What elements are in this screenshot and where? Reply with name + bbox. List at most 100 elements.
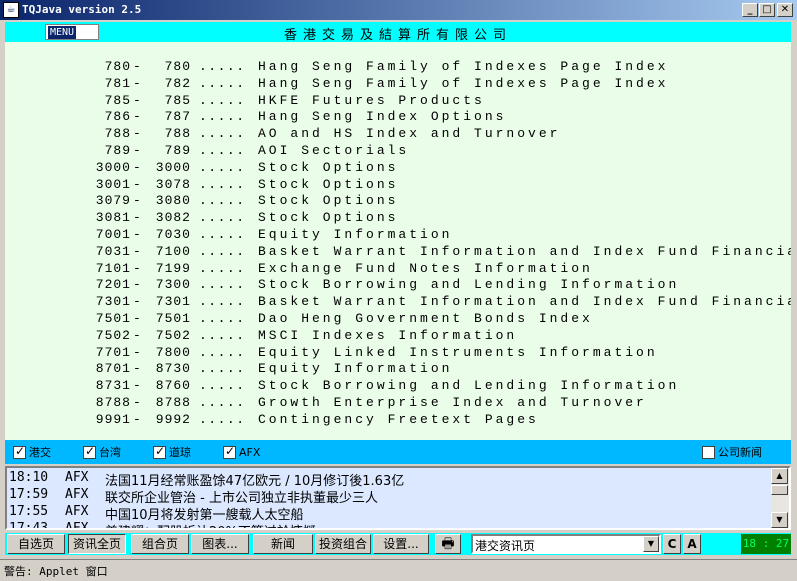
page-description: Equity Information: [258, 361, 453, 377]
page-selector-combo[interactable]: 港交资讯页 ▼: [471, 534, 661, 554]
page-to-number: 7199: [155, 260, 191, 276]
page-from-number: 7701: [95, 344, 131, 360]
maximize-button[interactable]: □: [759, 3, 775, 17]
checkbox-box[interactable]: [223, 444, 236, 459]
page-to-number: 7800: [155, 344, 191, 360]
leader-dots: .....: [199, 176, 246, 192]
chart-button[interactable]: 图表...: [191, 534, 249, 554]
printer-icon[interactable]: 🖶: [435, 534, 461, 554]
news-time: 17:55: [9, 504, 49, 519]
range-dash: -: [133, 92, 144, 108]
page-description: MSCI Indexes Information: [258, 327, 518, 343]
page-from-number: 781: [104, 75, 131, 91]
page-to-number: 3082: [155, 210, 191, 226]
page-from-number: 3079: [95, 193, 131, 209]
source-checkbox[interactable]: AFX: [223, 444, 260, 459]
leader-dots: .....: [199, 294, 246, 310]
my-pages-button[interactable]: 自选页: [7, 534, 65, 554]
leader-dots: .....: [199, 361, 246, 377]
leader-dots: .....: [199, 411, 246, 427]
close-button[interactable]: ✕: [777, 3, 793, 17]
page-to-number: 789: [164, 143, 191, 158]
range-dash: -: [133, 227, 144, 242]
page-from-number: 785: [104, 92, 131, 108]
range-dash: -: [133, 193, 144, 209]
page-description: Growth Enterprise Index and Turnover: [258, 395, 647, 410]
page-to-number: 7100: [155, 243, 191, 259]
page-description: Hang Seng Family of Indexes Page Index: [258, 75, 669, 91]
java-app-icon[interactable]: ☕: [3, 2, 19, 18]
range-dash: -: [133, 378, 144, 394]
page-description: Equity Linked Instruments Information: [258, 344, 658, 360]
checkbox-label: 公司新闻: [718, 446, 762, 459]
exchange-title: 香港交易及結算所有限公司: [283, 28, 512, 43]
range-dash: -: [133, 159, 144, 175]
range-dash: -: [133, 411, 144, 427]
news-scrollbar[interactable]: ▲ ▼: [771, 468, 789, 528]
page-to-number: 9992: [155, 411, 191, 427]
page-from-number: 7101: [95, 260, 131, 276]
page-from-number: 7201: [95, 277, 131, 293]
page-index-area: 780 780..... Hang Seng Family of Indexes P…: [5, 42, 791, 440]
a-button[interactable]: A: [683, 534, 701, 554]
leader-dots: .....: [199, 126, 246, 142]
page-to-number: 7501: [155, 311, 191, 326]
checkbox-label: 道琼: [169, 446, 191, 459]
page-from-number: 788: [104, 126, 131, 142]
page-to-number: 780: [164, 59, 191, 74]
page-description: Basket Warrant Information and Index Fun…: [258, 243, 791, 259]
page-description: Hang Seng Index Options: [258, 109, 507, 125]
leader-dots: .....: [199, 277, 246, 293]
chevron-down-icon[interactable]: ▼: [643, 536, 659, 552]
page-description: Hang Seng Family of Indexes Page Index: [258, 59, 669, 74]
news-button[interactable]: 新闻: [253, 534, 313, 554]
title-bar: ☕ TQJava version 2.5 _ □ ✕: [0, 0, 797, 20]
scroll-down-icon[interactable]: ▼: [771, 512, 788, 528]
page-description: Stock Options: [258, 193, 399, 209]
range-dash: -: [133, 176, 144, 192]
scroll-up-icon[interactable]: ▲: [771, 468, 788, 484]
scroll-thumb[interactable]: [771, 485, 788, 495]
minimize-button[interactable]: _: [742, 3, 758, 17]
page-from-number: 8731: [95, 378, 131, 394]
source-checkbox[interactable]: 港交: [13, 444, 51, 459]
page-description: Dao Heng Government Bonds Index: [258, 311, 593, 326]
leader-dots: .....: [199, 243, 246, 259]
leader-dots: .....: [199, 210, 246, 226]
news-source: AFX: [65, 504, 89, 519]
header-strip: MENU 香港交易及結算所有限公司: [5, 22, 791, 43]
page-from-number: 3000: [95, 159, 131, 175]
news-source: AFX: [65, 521, 88, 528]
checkbox-box[interactable]: [702, 445, 715, 459]
source-checkbox[interactable]: 台湾: [83, 444, 121, 459]
c-button[interactable]: C: [663, 534, 681, 554]
leader-dots: .....: [199, 159, 246, 175]
page-to-number: 3080: [155, 193, 191, 209]
range-dash: -: [133, 311, 144, 326]
window-title: TQJava version 2.5: [22, 3, 142, 16]
leader-dots: .....: [199, 395, 246, 410]
range-dash: -: [133, 344, 144, 360]
source-checkbox[interactable]: 道琼: [153, 444, 191, 459]
checkbox-box[interactable]: [83, 444, 96, 459]
range-dash: -: [133, 210, 144, 226]
leader-dots: .....: [199, 193, 246, 209]
combo-value: 港交资讯页: [475, 539, 536, 553]
checkbox-box[interactable]: [153, 444, 166, 459]
page-from-number: 789: [104, 143, 131, 158]
checkbox-box[interactable]: [13, 444, 26, 459]
page-description: Contingency Freetext Pages: [258, 411, 539, 427]
portfolio-page-button[interactable]: 组合页: [131, 534, 189, 554]
page-from-number: 780: [104, 59, 131, 74]
news-time: 17:59: [9, 487, 49, 502]
investment-portfolio-button[interactable]: 投资组合: [315, 534, 371, 554]
full-page-info-button[interactable]: 资讯全页: [68, 534, 126, 554]
page-description: Stock Options: [258, 210, 399, 226]
range-dash: -: [133, 294, 144, 310]
settings-button[interactable]: 设置...: [373, 534, 429, 554]
page-from-number: 8701: [95, 361, 131, 377]
page-to-number: 788: [164, 126, 191, 142]
news-list[interactable]: 18:10 AFX 法国11月经常账盈馀47亿欧元 / 10月修订後1.63亿 17:…: [7, 468, 771, 528]
page-description: Equity Information: [258, 227, 453, 242]
source-checkbox[interactable]: 公司新闻: [702, 445, 762, 459]
